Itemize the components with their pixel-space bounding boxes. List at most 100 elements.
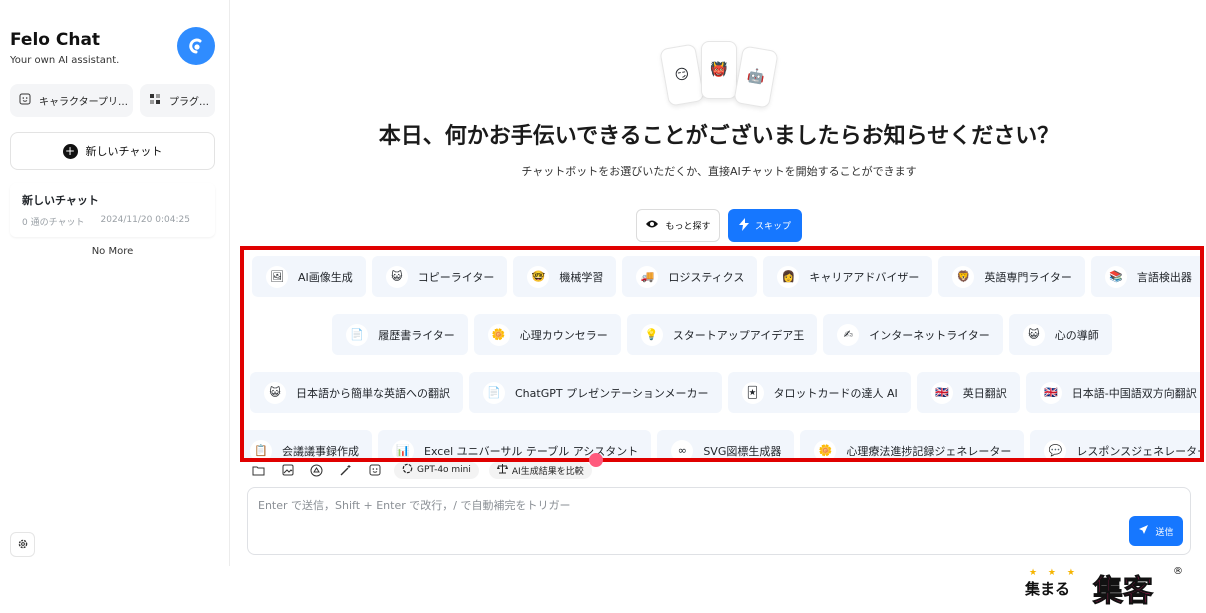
chatbot-avatar-icon: 📊 xyxy=(392,439,414,458)
chatbot-chip[interactable]: 🤓 機械学習 xyxy=(513,256,617,297)
chatbot-avatar-icon: 📄 xyxy=(483,381,505,404)
compare-results-button[interactable]: AI生成結果を比較 xyxy=(488,461,592,479)
sidebar: Felo Chat Your own AI assistant. キャラクタープ… xyxy=(0,0,230,566)
chatbot-chip[interactable]: 📊 Excel ユニバーサル テーブル アシスタント xyxy=(378,430,652,458)
settings-button[interactable] xyxy=(10,532,35,557)
skip-button[interactable]: スキップ xyxy=(728,209,802,242)
chatbot-chip[interactable]: ✍ インターネットライター xyxy=(823,314,1003,355)
eye-icon xyxy=(645,219,659,232)
chatbot-label: 言語検出器 xyxy=(1136,270,1192,284)
image-upload-icon[interactable] xyxy=(278,461,297,479)
plugin-button[interactable]: プラグ… xyxy=(140,84,215,117)
chatbot-avatar-icon: 🌼 xyxy=(814,439,837,458)
send-icon xyxy=(1138,524,1149,538)
chatbot-avatar-icon: 🌼 xyxy=(487,323,510,346)
chatbot-avatar-icon: 📚 xyxy=(1104,265,1127,288)
chatbot-avatar-icon: 📋 xyxy=(250,439,272,458)
chatbot-label: 日本語-中国語双方向翻訳 xyxy=(1071,386,1197,400)
chatbot-chip[interactable]: 🌼 心理療法進捗記録ジェネレーター xyxy=(800,430,1025,458)
chatbot-row: 📋 会議議事録作成 📊 Excel ユニバーサル テーブル アシスタント ∞ SVG図標生… xyxy=(244,430,1200,458)
chatbot-avatar-icon: 🤓 xyxy=(527,265,550,288)
plus-icon: + xyxy=(62,143,78,159)
chatbot-label: 心理カウンセラー xyxy=(519,328,608,342)
chatbot-chip[interactable]: 📄 履歴書ライター xyxy=(332,314,468,355)
chatbot-chip[interactable]: 📋 会議議事録作成 xyxy=(244,430,372,458)
chatbot-chip[interactable]: 😺 日本語から簡単な英語への翻訳 xyxy=(250,372,463,413)
chatbot-chip[interactable]: 🇬🇧 日本語-中国語双方向翻訳 xyxy=(1025,372,1200,413)
chatbot-label: SVG図標生成器 xyxy=(703,444,782,458)
chatbot-label: 機械学習 xyxy=(559,270,604,284)
character-prompt-label: キャラクタープリ… xyxy=(39,97,128,108)
chatbot-row: 😺 日本語から簡単な英語への翻訳 📄 ChatGPT プレゼンテーションメーカー 🃏 タロ… xyxy=(250,372,1200,413)
explore-more-button[interactable]: もっと探す xyxy=(636,209,720,242)
card-emoji-mask: 👹 xyxy=(701,41,737,99)
watermark-logo: ★ ★ ★ 集まる 集客 ® xyxy=(1023,566,1183,612)
send-label: 送信 xyxy=(1155,527,1174,538)
chatbot-avatar-icon: ∞ xyxy=(671,439,694,458)
chatbot-list: 🖼 AI画像生成 😺 コピーライター 🤓 機械学習 🚚 ロジスティクス 👩 キャリアアドバイザー 🦁… xyxy=(240,246,1204,462)
chatbot-avatar-icon: 📄 xyxy=(346,323,369,346)
character-prompt-button[interactable]: キャラクタープリ… xyxy=(10,84,133,117)
input-toolbar: GPT-4o mini AI生成結果を比較 xyxy=(249,461,592,479)
model-selector[interactable]: GPT-4o mini xyxy=(394,461,479,479)
chatbot-avatar-icon: 😺 xyxy=(1022,323,1045,346)
chatbot-chip[interactable]: 🇬🇧 英日翻訳 xyxy=(916,372,1020,413)
chatbot-label: AI画像生成 xyxy=(298,270,353,284)
chatbot-chip[interactable]: ∞ SVG図標生成器 xyxy=(657,430,795,458)
chatbot-chip[interactable]: 👩 キャリアアドバイザー xyxy=(763,256,933,297)
chatbot-label: インターネットライター xyxy=(869,328,990,342)
new-chat-label: 新しいチャット xyxy=(85,145,163,158)
app-subtitle: Your own AI assistant. xyxy=(10,55,120,66)
chatbot-label: キャリアアドバイザー xyxy=(809,270,920,284)
page-subline: チャットボットをお選びいただくか、直接AIチャットを開始することができます xyxy=(521,165,917,178)
chat-history-item[interactable]: 新しいチャット 0 通のチャット 2024/11/20 0:04:25 xyxy=(10,183,215,237)
magic-wand-icon[interactable] xyxy=(336,461,355,479)
chatbot-label: ロジスティクス xyxy=(668,270,745,284)
chatbot-chip[interactable]: 😺 コピーライター xyxy=(371,256,508,297)
chatbot-label: 履歴書ライター xyxy=(378,328,455,342)
chatbot-avatar-icon: 🚚 xyxy=(636,265,659,288)
chatbot-chip[interactable]: 📄 ChatGPT プレゼンテーションメーカー xyxy=(469,372,722,413)
chatbot-row: 📄 履歴書ライター 🌼 心理カウンセラー 💡 スタートアップアイデア王 ✍ インターネットライ… xyxy=(244,314,1200,355)
chatbot-avatar-icon: 🖼 xyxy=(266,265,288,288)
app-title: Felo Chat xyxy=(10,30,101,50)
chatbot-label: ChatGPT プレゼンテーションメーカー xyxy=(515,386,709,400)
chatbot-avatar-icon: 🇬🇧 xyxy=(930,381,953,404)
chatbot-chip[interactable]: 💬 レスポンスジェネレーター xyxy=(1030,430,1204,458)
new-chat-button[interactable]: + 新しいチャット xyxy=(10,132,215,170)
send-button[interactable]: 送信 xyxy=(1129,516,1183,546)
chat-item-date: 2024/11/20 0:04:25 xyxy=(100,215,190,225)
emoji-icon[interactable] xyxy=(365,461,384,479)
chatbot-avatar-icon: 👩 xyxy=(777,265,800,288)
chatbot-chip[interactable]: 🚚 ロジスティクス xyxy=(622,256,758,297)
compare-label: AI生成結果を比較 xyxy=(511,466,584,477)
plugin-label: プラグ… xyxy=(169,97,209,108)
chat-item-title: 新しいチャット xyxy=(22,194,99,207)
chatbot-chip[interactable]: 📚 言語検出器 xyxy=(1090,256,1200,297)
chatbot-chip[interactable]: 🃏 タロットカードの達人 AI xyxy=(727,372,911,413)
chatbot-chip[interactable]: 🌼 心理カウンセラー xyxy=(473,314,621,355)
chatbot-chip[interactable]: 💡 スタートアップアイデア王 xyxy=(626,314,818,355)
chatbot-label: 心理療法進捗記録ジェネレーター xyxy=(846,444,1012,458)
chatbot-chip[interactable]: 🖼 AI画像生成 xyxy=(252,256,366,297)
chatbot-avatar-icon: 🇬🇧 xyxy=(1039,381,1062,404)
chatbot-avatar-icon: 🦁 xyxy=(952,265,975,288)
watermark-registered-mark: ® xyxy=(1173,566,1183,577)
chatbot-row: 🖼 AI画像生成 😺 コピーライター 🤓 機械学習 🚚 ロジスティクス 👩 キャリアアドバイザー 🦁… xyxy=(252,256,1200,297)
model-switch-icon[interactable] xyxy=(307,461,326,479)
gear-icon xyxy=(17,535,29,554)
chatbot-label: レスポンスジェネレーター xyxy=(1076,444,1204,458)
smile-icon xyxy=(19,93,31,108)
lightning-icon xyxy=(738,217,749,234)
chatbot-label: Excel ユニバーサル テーブル アシスタント xyxy=(424,444,639,458)
chatbot-chip[interactable]: 😺 心の導師 xyxy=(1008,314,1112,355)
scale-icon xyxy=(496,463,508,477)
folder-icon[interactable] xyxy=(249,461,268,479)
chat-input[interactable] xyxy=(258,497,1118,519)
chatbot-label: 英語専門ライター xyxy=(984,270,1072,284)
chatbot-avatar-icon: 😺 xyxy=(264,381,286,404)
cursor-indicator xyxy=(589,453,603,467)
chatbot-chip[interactable]: 🦁 英語専門ライター xyxy=(938,256,1085,297)
grid-icon xyxy=(149,93,161,108)
chatbot-avatar-icon: 🃏 xyxy=(741,381,764,404)
